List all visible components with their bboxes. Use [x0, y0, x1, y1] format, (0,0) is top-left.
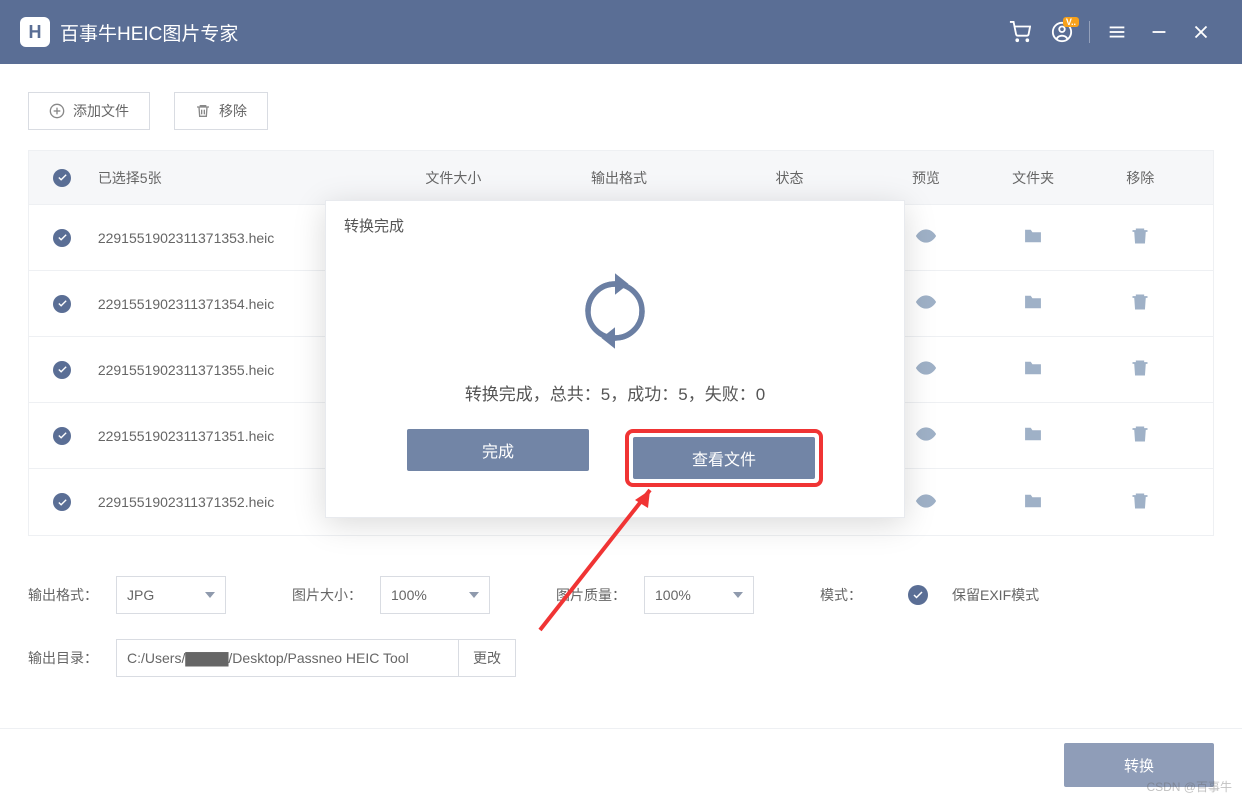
col-header-status: 状态	[702, 168, 877, 188]
row-checkbox[interactable]	[53, 295, 71, 313]
menu-icon[interactable]	[1096, 11, 1138, 53]
row-checkbox[interactable]	[53, 493, 71, 511]
image-quality-select[interactable]: 100%	[644, 576, 754, 614]
table-header: 已选择5张 文件大小 输出格式 状态 预览 文件夹 移除	[29, 151, 1213, 205]
exif-checkbox[interactable]	[908, 585, 928, 605]
output-format-label: 输出格式：	[28, 585, 98, 605]
folder-icon[interactable]	[1023, 226, 1043, 246]
toolbar: 添加文件 移除	[28, 92, 1214, 130]
mode-label: 模式：	[820, 585, 890, 605]
preview-icon[interactable]	[916, 491, 936, 511]
col-header-format: 输出格式	[536, 168, 702, 188]
app-title: 百事牛HEIC图片专家	[60, 19, 238, 46]
cart-icon[interactable]	[999, 11, 1041, 53]
delete-icon[interactable]	[1130, 424, 1150, 444]
image-quality-label: 图片质量：	[556, 585, 626, 605]
row-checkbox[interactable]	[53, 361, 71, 379]
row-checkbox[interactable]	[53, 229, 71, 247]
image-size-value: 100%	[391, 587, 427, 603]
close-icon[interactable]	[1180, 11, 1222, 53]
col-header-size: 文件大小	[371, 168, 537, 188]
folder-icon[interactable]	[1023, 491, 1043, 511]
delete-icon[interactable]	[1130, 226, 1150, 246]
delete-icon[interactable]	[1130, 491, 1150, 511]
output-dir-input: C:/Users/▇▇▇▇/Desktop/Passneo HEIC Tool …	[116, 639, 516, 677]
preview-icon[interactable]	[916, 424, 936, 444]
modal-summary: 转换完成，总共：5，成功：5，失败：0	[326, 380, 904, 405]
col-header-remove: 移除	[1092, 168, 1189, 188]
preview-icon[interactable]	[916, 226, 936, 246]
output-dir-label: 输出目录：	[28, 648, 98, 668]
titlebar: H 百事牛HEIC图片专家 V..	[0, 0, 1242, 64]
remove-label: 移除	[219, 101, 247, 121]
col-header-folder: 文件夹	[975, 168, 1092, 188]
chevron-down-icon	[205, 592, 215, 598]
image-size-select[interactable]: 100%	[380, 576, 490, 614]
add-file-button[interactable]: 添加文件	[28, 92, 150, 130]
change-dir-button[interactable]: 更改	[458, 640, 515, 676]
delete-icon[interactable]	[1130, 358, 1150, 378]
output-dir-value: C:/Users/▇▇▇▇/Desktop/Passneo HEIC Tool	[117, 650, 458, 667]
settings: 输出格式： JPG 图片大小： 100% 图片质量： 100% 模式： 保留EX…	[28, 576, 1214, 677]
folder-icon[interactable]	[1023, 292, 1043, 312]
delete-icon[interactable]	[1130, 292, 1150, 312]
col-header-preview: 预览	[877, 168, 974, 188]
select-all-checkbox[interactable]	[53, 169, 71, 187]
image-quality-value: 100%	[655, 587, 691, 603]
app-logo: H	[20, 17, 50, 47]
output-format-value: JPG	[127, 587, 154, 603]
remove-button[interactable]: 移除	[174, 92, 268, 130]
exif-mode-text: 保留EXIF模式	[952, 585, 1039, 605]
minimize-icon[interactable]	[1138, 11, 1180, 53]
user-badge: V..	[1063, 17, 1079, 27]
add-file-label: 添加文件	[73, 101, 129, 121]
refresh-icon	[570, 266, 660, 356]
chevron-down-icon	[469, 592, 479, 598]
preview-icon[interactable]	[916, 292, 936, 312]
folder-icon[interactable]	[1023, 424, 1043, 444]
user-icon[interactable]: V..	[1041, 11, 1083, 53]
modal-title: 转换完成	[326, 201, 904, 246]
output-format-select[interactable]: JPG	[116, 576, 226, 614]
done-button[interactable]: 完成	[407, 429, 589, 471]
watermark: CSDN @百事牛	[1146, 778, 1232, 795]
image-size-label: 图片大小：	[292, 585, 362, 605]
trash-icon	[195, 103, 211, 119]
chevron-down-icon	[733, 592, 743, 598]
footer: 转换	[0, 728, 1242, 801]
row-checkbox[interactable]	[53, 427, 71, 445]
folder-icon[interactable]	[1023, 358, 1043, 378]
annotation-highlight: 查看文件	[625, 429, 823, 487]
col-header-name: 已选择5张	[98, 168, 371, 188]
plus-icon	[49, 103, 65, 119]
titlebar-divider	[1089, 21, 1090, 43]
completion-modal: 转换完成 转换完成，总共：5，成功：5，失败：0 完成 查看文件	[325, 200, 905, 518]
preview-icon[interactable]	[916, 358, 936, 378]
view-files-button[interactable]: 查看文件	[633, 437, 815, 479]
